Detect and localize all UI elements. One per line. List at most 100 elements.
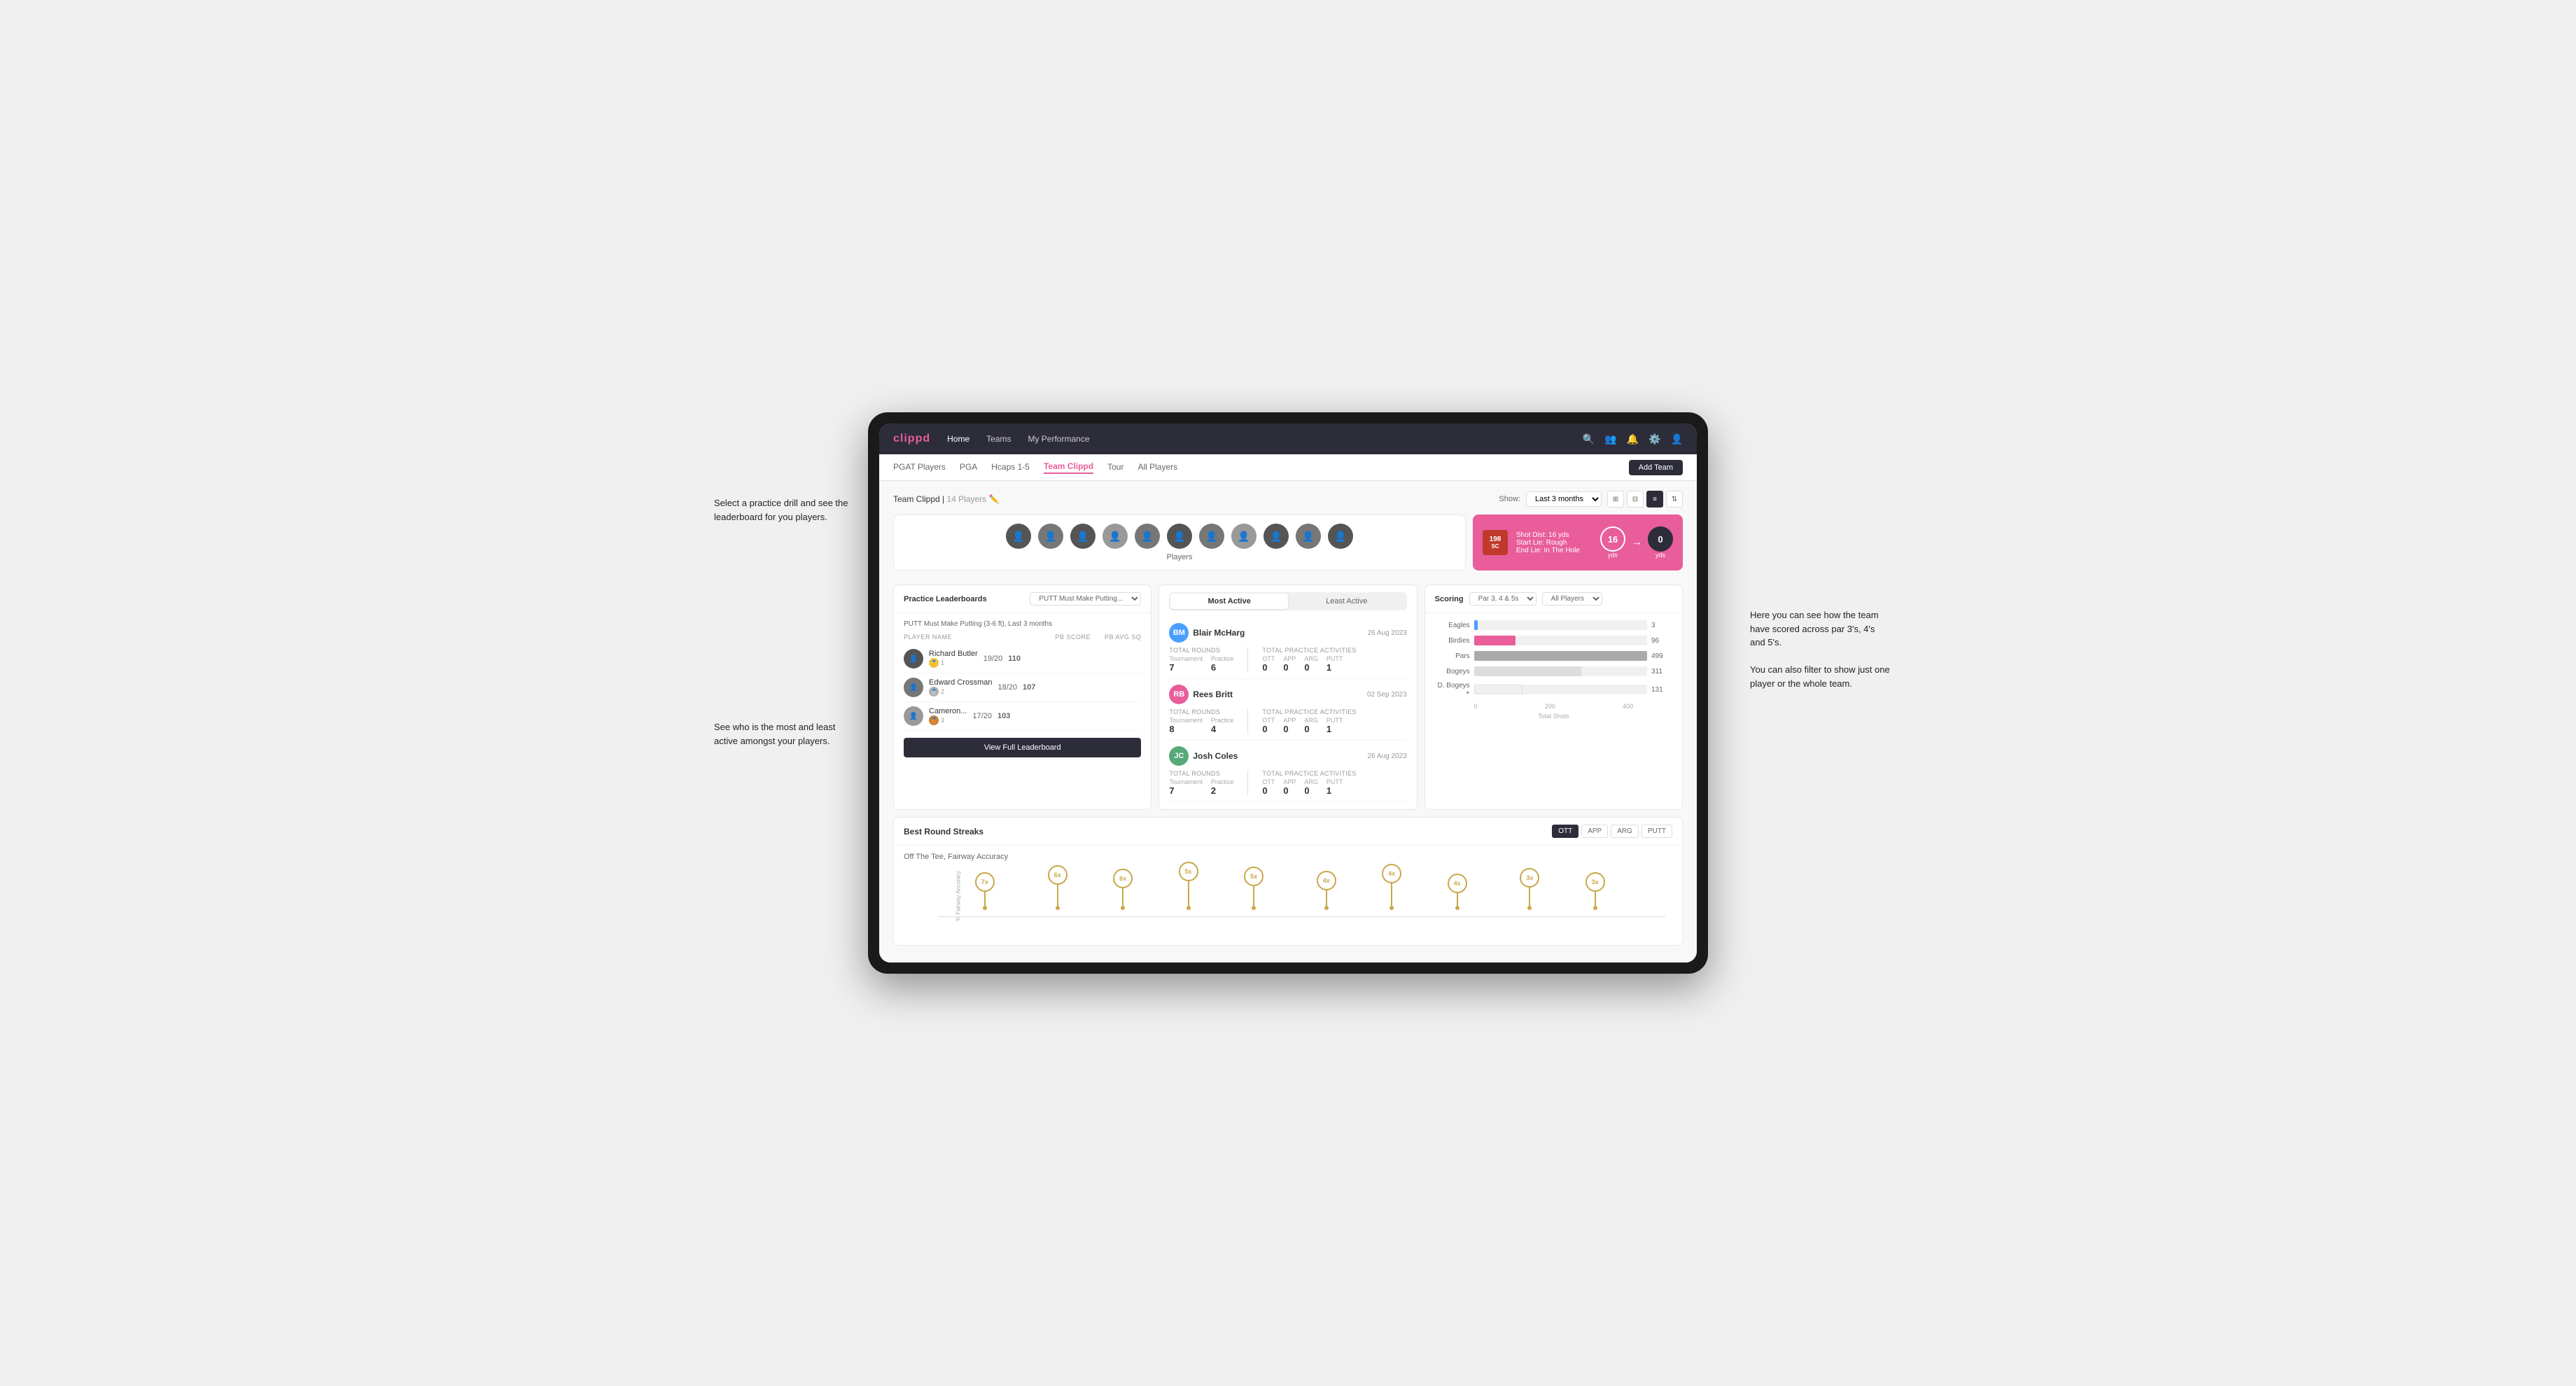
leaderboard-header: Practice Leaderboards PUTT Must Make Put… (894, 585, 1151, 613)
show-select[interactable]: Last 3 months Last 6 months Last year (1526, 491, 1602, 507)
leaderboard-row-3: 👤 Cameron... 🥉 3 17/20 103 (904, 702, 1141, 731)
lb-avatar-3: 👤 (904, 706, 923, 726)
view-list[interactable]: ≡ (1646, 491, 1663, 507)
pin-4x-1: 4x (1317, 871, 1336, 910)
x-axis-label: Total Shots (1435, 713, 1672, 720)
bar-track-pars (1474, 651, 1647, 661)
nav-logo: clippd (893, 433, 930, 445)
streak-tab-app[interactable]: APP (1581, 825, 1608, 838)
player-avatar-11[interactable]: 👤 (1328, 524, 1353, 549)
pin-dot (1252, 906, 1256, 910)
subnav-team-clippd[interactable]: Team Clippd (1044, 461, 1093, 474)
player-avatar-7[interactable]: 👤 (1199, 524, 1224, 549)
leaderboard-row-2: 👤 Edward Crossman 🥈 2 18/20 107 (904, 673, 1141, 702)
shot-circle-left: 16 (1600, 526, 1625, 552)
bar-row-bogeys: Bogeys 311 (1435, 666, 1672, 676)
players-row: 👤 👤 👤 👤 👤 👤 👤 👤 👤 👤 👤 (905, 524, 1454, 549)
pin-dot (1324, 906, 1329, 910)
player-avatar-10[interactable]: 👤 (1296, 524, 1321, 549)
pin-6x-1: 6x (1048, 865, 1068, 910)
player-avatar-9[interactable]: 👤 (1264, 524, 1289, 549)
tab-most-active[interactable]: Most Active (1170, 594, 1288, 609)
pin-dot (1527, 906, 1532, 910)
lb-avatar-1: 👤 (904, 649, 923, 668)
player-avatar-1[interactable]: 👤 (1006, 524, 1031, 549)
streaks-card: Best Round Streaks OTT APP ARG PUTT Off … (893, 817, 1683, 946)
pin-stem (1253, 886, 1254, 906)
scoring-title: Scoring (1435, 595, 1464, 603)
subnav-all-players[interactable]: All Players (1138, 462, 1177, 473)
player-avatar-8[interactable]: 👤 (1231, 524, 1256, 549)
leaderboard-dropdown[interactable]: PUTT Must Make Putting... (1030, 592, 1141, 606)
search-icon[interactable]: 🔍 (1583, 433, 1595, 445)
pin-4x-3: 4x (1448, 874, 1467, 910)
add-team-button[interactable]: Add Team (1629, 460, 1683, 475)
tablet-device: clippd Home Teams My Performance 🔍 👥 🔔 ⚙… (868, 412, 1708, 974)
pin-stem (1057, 885, 1058, 906)
player-avatar-5[interactable]: 👤 (1135, 524, 1160, 549)
annotation-top-left: Select a practice drill and see the lead… (714, 496, 854, 524)
bar-track-bogeys (1474, 666, 1647, 676)
player-avatar-3[interactable]: 👤 (1070, 524, 1096, 549)
streaks-title: Best Round Streaks (904, 827, 983, 836)
pin-3x-2: 3x (1586, 872, 1605, 910)
settings-icon[interactable]: ⚙️ (1648, 433, 1660, 445)
pin-circle: 7x (975, 872, 995, 892)
activity-player-3: JC Josh Coles 26 Aug 2023 Total Rounds (1169, 741, 1406, 802)
show-label: Show: (1499, 495, 1520, 503)
bar-fill-pars (1474, 651, 1647, 661)
nav-item-performance[interactable]: My Performance (1028, 434, 1089, 444)
pin-stem (1457, 893, 1458, 906)
player-avatar-2[interactable]: 👤 (1038, 524, 1063, 549)
people-icon[interactable]: 👥 (1604, 433, 1616, 445)
streak-tab-arg[interactable]: ARG (1611, 825, 1639, 838)
view-icons: ⊞ ⊟ ≡ ⇅ (1607, 491, 1683, 507)
main-content: Team Clippd | 14 Players ✏️ Show: Last 3… (879, 481, 1697, 962)
subnav-pga[interactable]: PGA (960, 462, 977, 473)
leaderboard-title: Practice Leaderboards (904, 595, 987, 603)
player-avatar-4[interactable]: 👤 (1102, 524, 1128, 549)
bell-icon[interactable]: 🔔 (1627, 433, 1639, 445)
shot-circles: 16 yds → 0 yds (1600, 526, 1673, 559)
streak-tab-putt[interactable]: PUTT (1642, 825, 1672, 838)
nav-item-teams[interactable]: Teams (986, 434, 1011, 444)
scoring-par-filter[interactable]: Par 3, 4 & 5s (1469, 592, 1536, 606)
bar-fill-bogeys (1474, 666, 1581, 676)
pin-circle: 6x (1048, 865, 1068, 885)
x-axis: 0 200 400 (1435, 703, 1672, 710)
bar-row-eagles: Eagles 3 (1435, 620, 1672, 630)
medal-gold-1: 🥇 (929, 658, 939, 668)
activity-stats-1: Total Rounds Tournament 7 Practice (1169, 647, 1406, 673)
view-full-leaderboard-button[interactable]: View Full Leaderboard (904, 738, 1141, 757)
bar-track-dbogeys (1474, 685, 1647, 694)
bar-track-eagles (1474, 620, 1647, 630)
activity-avatar-3: JC (1169, 746, 1189, 766)
player-name-block-2: Edward Crossman 🥈 2 (929, 678, 992, 696)
view-grid-small[interactable]: ⊞ (1607, 491, 1624, 507)
bar-row-dbogeys: D. Bogeys + 131 (1435, 682, 1672, 697)
nav-item-home[interactable]: Home (947, 434, 969, 444)
streaks-header: Best Round Streaks OTT APP ARG PUTT (894, 818, 1682, 846)
main-nav: clippd Home Teams My Performance 🔍 👥 🔔 ⚙… (879, 424, 1697, 454)
player-name-block-1: Richard Butler 🥇 1 (929, 650, 978, 668)
activity-body: Most Active Least Active BM Blair McHarg… (1159, 585, 1416, 809)
practice-leaderboards-card: Practice Leaderboards PUTT Must Make Put… (893, 584, 1152, 810)
pin-circle: 4x (1448, 874, 1467, 893)
player-avatar-6[interactable]: 👤 (1167, 524, 1192, 549)
subnav-pgat[interactable]: PGAT Players (893, 462, 946, 473)
player-name-block-3: Cameron... 🥉 3 (929, 707, 967, 725)
view-filter[interactable]: ⇅ (1666, 491, 1683, 507)
scoring-players-filter[interactable]: All Players (1542, 592, 1602, 606)
timeline-chart: % Fairway Accuracy 7x 6x (904, 868, 1672, 938)
players-label: Players (905, 553, 1454, 561)
activity-player-1-header: BM Blair McHarg 26 Aug 2023 (1169, 623, 1406, 643)
bar-fill-dbogeys (1474, 685, 1522, 694)
user-icon[interactable]: 👤 (1671, 433, 1683, 445)
activity-player-2: RB Rees Britt 02 Sep 2023 Total Rounds (1169, 679, 1406, 741)
streak-tab-ott[interactable]: OTT (1552, 825, 1578, 838)
view-grid-large[interactable]: ⊟ (1627, 491, 1644, 507)
subnav-tour[interactable]: Tour (1107, 462, 1124, 473)
subnav-hcaps[interactable]: Hcaps 1-5 (991, 462, 1030, 473)
pin-stem (1391, 883, 1392, 906)
tab-least-active[interactable]: Least Active (1288, 594, 1406, 609)
